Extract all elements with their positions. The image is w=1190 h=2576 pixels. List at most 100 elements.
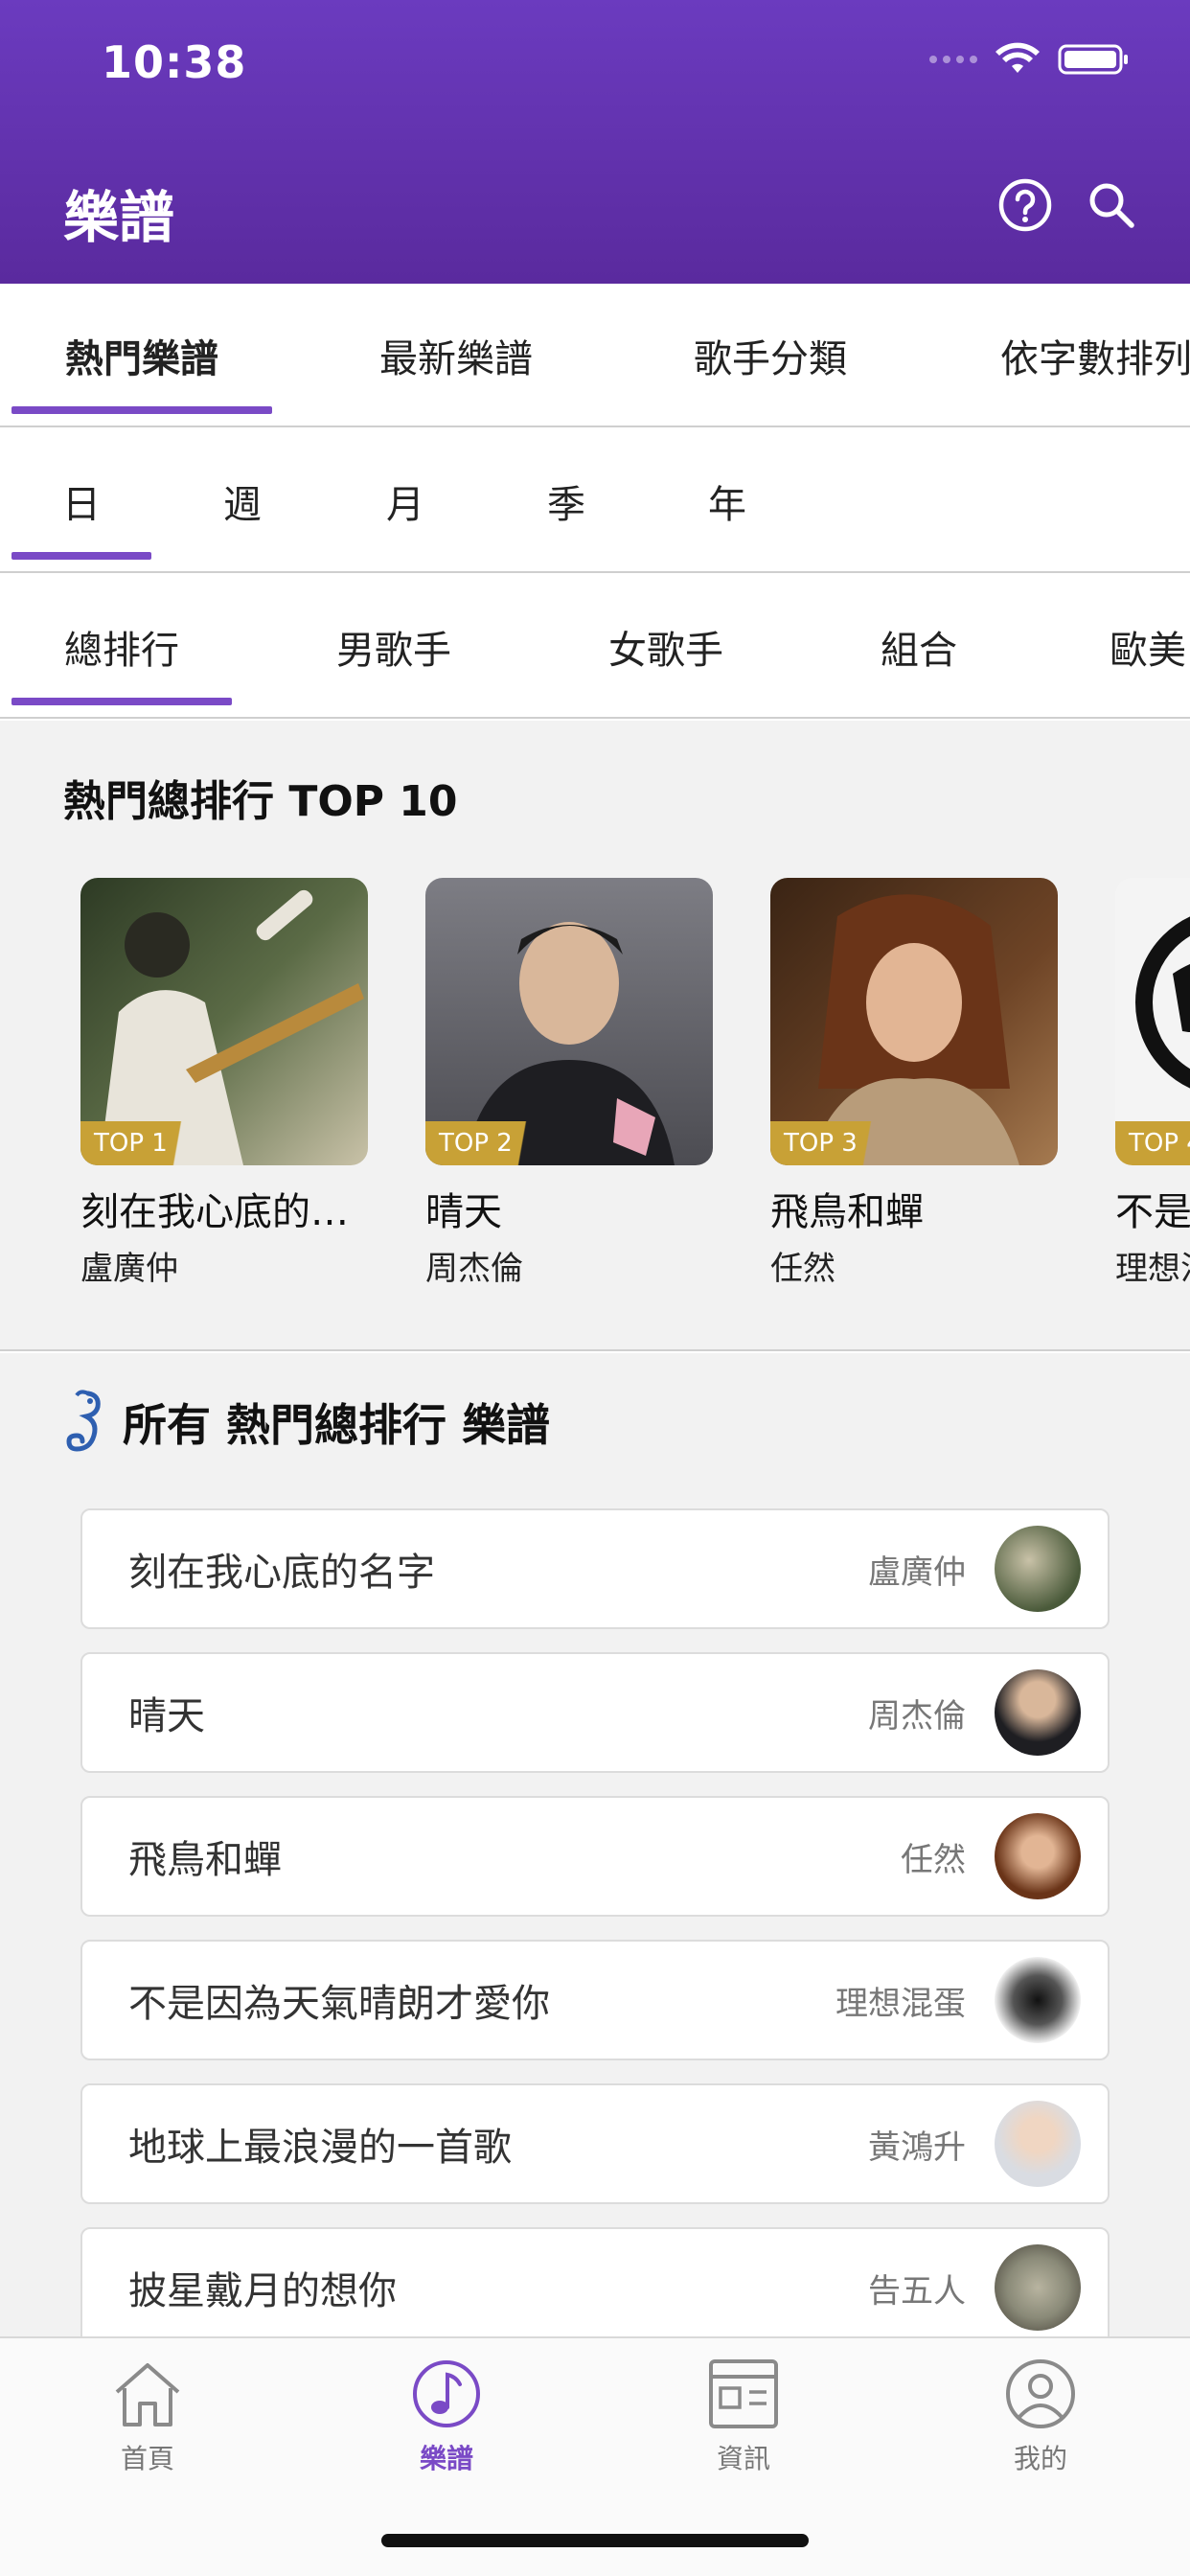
artist-name: 告五人 — [868, 2271, 966, 2311]
tab-year[interactable]: 年 — [657, 429, 797, 571]
artist-avatar — [995, 2101, 1081, 2187]
song-title: 披星戴月的想你 — [128, 2269, 397, 2313]
song-title: 晴天 — [425, 1190, 502, 1234]
score-list-item[interactable]: 不是因為天氣晴朗才愛你 理想混蛋 — [80, 1940, 1110, 2060]
nav-label: 我的 — [1013, 2443, 1067, 2474]
active-tab-indicator — [11, 406, 272, 414]
profile-icon — [1006, 2359, 1075, 2428]
nav-label: 首頁 — [120, 2443, 174, 2474]
all-scores-title: 所有 熱門總排行 樂譜 — [123, 1399, 551, 1451]
rank-badge: TOP 2 — [425, 1121, 551, 1165]
tab-label: 週 — [223, 483, 262, 527]
active-tab-indicator — [11, 698, 232, 705]
album-cover: TOP 1 — [80, 878, 368, 1165]
artist-name: 盧廣仲 — [80, 1250, 178, 1288]
tab-label: 組合 — [881, 629, 957, 673]
score-list-item[interactable]: 披星戴月的想你 告五人 — [80, 2227, 1110, 2336]
artist-name: 周杰倫 — [425, 1250, 523, 1288]
artist-avatar — [995, 1957, 1081, 2043]
artist-name: 任然 — [901, 1840, 966, 1879]
score-list-item[interactable]: 飛鳥和蟬 任然 — [80, 1796, 1110, 1917]
song-title: 刻在我心底的… — [80, 1190, 349, 1234]
song-title: 刻在我心底的名字 — [128, 1551, 435, 1595]
tab-label: 總排行 — [64, 629, 179, 673]
artist-name: 黃鴻升 — [868, 2128, 966, 2167]
tab-male-singers[interactable]: 男歌手 — [284, 575, 504, 717]
tab-label: 日 — [62, 483, 101, 527]
tab-new-scores[interactable]: 最新樂譜 — [326, 284, 586, 426]
rank-badge: TOP 1 — [80, 1121, 206, 1165]
home-icon — [115, 2363, 180, 2426]
artist-name: 盧廣仲 — [868, 1552, 966, 1592]
category-tabs: 總排行 男歌手 女歌手 組合 歐美 — [0, 575, 1190, 719]
tab-label: 月 — [386, 483, 424, 527]
song-title: 飛鳥和蟬 — [770, 1190, 924, 1234]
top10-carousel: 熱門總排行 TOP 10 TOP 1 刻在我心底的… 盧廣仲 TOP 2 晴天 … — [0, 721, 1190, 1351]
score-list-item[interactable]: 地球上最浪漫的一首歌 黃鴻升 — [80, 2083, 1110, 2204]
active-tab-indicator — [11, 552, 151, 560]
album-cover: TOP 2 — [425, 878, 713, 1165]
tab-season[interactable]: 季 — [496, 429, 636, 571]
seahorse-logo-icon — [66, 1390, 101, 1452]
artist-name: 周杰倫 — [868, 1696, 966, 1736]
nav-scores[interactable]: 樂譜 — [360, 2358, 533, 2476]
app-header: 10:38 樂譜 — [0, 0, 1190, 284]
top10-card[interactable]: TOP 1 刻在我心底的… 盧廣仲 — [80, 878, 368, 1289]
artist-avatar — [995, 2244, 1081, 2331]
artist-name: 理想混蛋 — [835, 1984, 966, 2023]
album-cover: TOP 4 — [1115, 878, 1190, 1165]
score-list-item[interactable]: 刻在我心底的名字 盧廣仲 — [80, 1508, 1110, 1629]
nav-home[interactable]: 首頁 — [61, 2358, 234, 2476]
artist-avatar — [995, 1526, 1081, 1612]
page-title: 樂譜 — [63, 185, 175, 250]
search-icon — [1089, 183, 1134, 228]
all-scores-section: 所有 熱門總排行 樂譜 刻在我心底的名字 盧廣仲 晴天 周杰倫 飛鳥和蟬 任然 … — [0, 1353, 1190, 2336]
top10-card[interactable]: TOP 3 飛鳥和蟬 任然 — [770, 878, 1058, 1289]
artist-name: 任然 — [770, 1250, 835, 1288]
top10-card[interactable]: TOP 2 晴天 周杰倫 — [425, 878, 713, 1289]
help-button[interactable] — [996, 176, 1054, 234]
cellular-signal-icon — [929, 56, 977, 63]
battery-icon — [1058, 44, 1128, 75]
tab-by-char-count[interactable]: 依字數排列 — [1000, 284, 1190, 426]
tab-label: 年 — [708, 483, 746, 527]
nav-label: 樂譜 — [419, 2443, 473, 2474]
tab-label: 最新樂譜 — [379, 337, 533, 381]
artist-avatar — [995, 1669, 1081, 1756]
search-button[interactable] — [1083, 176, 1140, 234]
song-title: 不是因為天氣晴朗才愛你 — [128, 1982, 550, 2026]
top10-title: 熱門總排行 TOP 10 — [63, 777, 458, 826]
tab-groups[interactable]: 組合 — [809, 575, 1029, 717]
artist-avatar — [995, 1813, 1081, 1899]
status-indicators — [929, 42, 1131, 77]
status-time: 10:38 — [102, 36, 247, 88]
tab-western[interactable]: 歐美 — [1110, 575, 1190, 717]
main-tabs: 熱門樂譜 最新樂譜 歌手分類 依字數排列 — [0, 284, 1190, 427]
nav-news[interactable]: 資訊 — [657, 2358, 830, 2476]
tab-week[interactable]: 週 — [172, 429, 312, 571]
help-icon — [998, 178, 1052, 232]
tab-female-singers[interactable]: 女歌手 — [556, 575, 776, 717]
tab-month[interactable]: 月 — [335, 429, 475, 571]
wifi-icon — [995, 42, 1040, 73]
tab-label: 熱門樂譜 — [65, 337, 218, 381]
nav-profile[interactable]: 我的 — [954, 2358, 1127, 2476]
tab-label: 季 — [547, 483, 585, 527]
tab-artist-category[interactable]: 歌手分類 — [640, 284, 901, 426]
tab-label: 女歌手 — [608, 629, 723, 673]
song-title: 晴天 — [128, 1694, 205, 1738]
tab-label: 歌手分類 — [694, 337, 847, 381]
rank-badge: TOP 4 — [1115, 1121, 1190, 1165]
top10-card[interactable]: TOP 4 不是因為天氣晴朗才愛你 理想混蛋 — [1115, 878, 1190, 1289]
score-list-item[interactable]: 晴天 周杰倫 — [80, 1652, 1110, 1773]
song-title: 飛鳥和蟬 — [128, 1838, 282, 1882]
home-indicator — [381, 2534, 809, 2547]
nav-label: 資訊 — [716, 2443, 770, 2474]
news-icon — [709, 2359, 778, 2428]
tab-label: 依字數排列 — [1000, 337, 1190, 381]
artist-name: 理想混蛋 — [1115, 1250, 1190, 1288]
music-note-icon — [413, 2360, 480, 2427]
album-cover: TOP 3 — [770, 878, 1058, 1165]
tab-label: 男歌手 — [336, 629, 451, 673]
period-tabs: 日 週 月 季 年 — [0, 429, 1190, 573]
